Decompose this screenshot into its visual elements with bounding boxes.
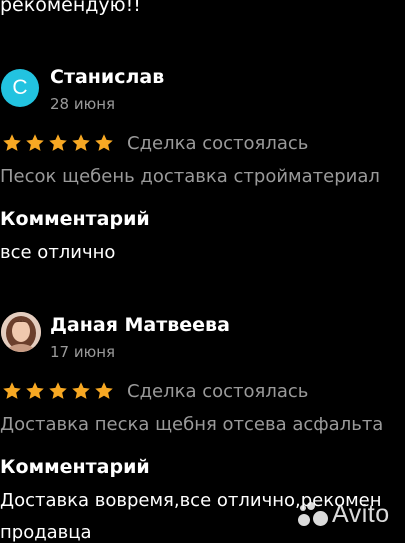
comment-heading: Комментарий	[0, 456, 150, 478]
star-icon	[49, 382, 67, 399]
star-icon	[72, 382, 90, 399]
star-icon	[49, 134, 67, 151]
star-rating	[2, 381, 117, 401]
avatar	[1, 312, 41, 352]
reviewer-name: Станислав	[50, 66, 165, 88]
star-icon	[95, 382, 113, 399]
review-date: 28 июня	[50, 95, 116, 113]
star-icon	[26, 134, 44, 151]
star-icon	[3, 382, 21, 399]
deal-status: Сделка состоялась	[127, 132, 309, 154]
star-icon	[3, 134, 21, 151]
avatar-photo-icon	[1, 312, 41, 352]
star-icon	[26, 382, 44, 399]
product-title[interactable]: Песок щебень доставка стройматериал	[0, 166, 380, 187]
product-title[interactable]: Доставка песка щебня отсева асфальта	[0, 414, 383, 435]
top-text: рекомендую!!	[0, 0, 141, 16]
rating-row: Сделка состоялась	[2, 130, 308, 156]
deal-status: Сделка состоялась	[127, 380, 309, 402]
reviewer-name: Даная Матвеева	[50, 314, 230, 336]
comment-text: все отлично	[0, 242, 116, 263]
comment-heading: Комментарий	[0, 208, 150, 230]
rating-row: Сделка состоялась	[2, 378, 308, 404]
avatar: С	[1, 69, 39, 107]
avito-logo-icon	[298, 501, 328, 528]
star-icon	[72, 134, 90, 151]
avito-watermark: Avito	[298, 500, 390, 529]
star-icon	[95, 134, 113, 151]
review-date: 17 июня	[50, 343, 116, 361]
watermark-text: Avito	[332, 500, 390, 528]
star-rating	[2, 133, 117, 153]
